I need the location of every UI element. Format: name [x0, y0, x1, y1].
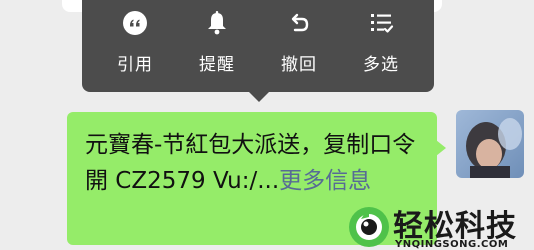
- quote-label: 引用: [117, 55, 153, 75]
- recall-label: 撤回: [281, 55, 317, 75]
- multi-select-menu-item[interactable]: 多选: [341, 10, 421, 75]
- avatar[interactable]: [456, 110, 524, 178]
- menu-pointer-arrow: [249, 92, 269, 102]
- undo-icon: [291, 13, 309, 32]
- quote-menu-item[interactable]: 引用: [95, 10, 175, 75]
- remind-menu-item[interactable]: 提醒: [177, 10, 257, 75]
- message-context-menu: 引用 提醒 撤回 多选: [82, 0, 434, 92]
- multi-select-label: 多选: [363, 55, 399, 75]
- logo-icon: [349, 207, 389, 247]
- more-info-link[interactable]: 更多信息: [279, 168, 371, 194]
- message-text-block: 元寶春-节紅包大派送，复制口令開 CZ2579 Vu:/...更多信息: [85, 127, 421, 199]
- watermark: 轻松科技 YNQINGSONG.COM: [345, 203, 534, 250]
- remind-label: 提醒: [199, 55, 235, 75]
- recall-menu-item[interactable]: 撤回: [259, 10, 339, 75]
- quote-icon: [123, 11, 147, 35]
- watermark-url: YNQINGSONG.COM: [395, 239, 509, 250]
- bubble-tail: [436, 140, 446, 156]
- multi-select-icon: [371, 14, 394, 33]
- bell-icon: [208, 11, 226, 35]
- avatar-image: [456, 110, 524, 178]
